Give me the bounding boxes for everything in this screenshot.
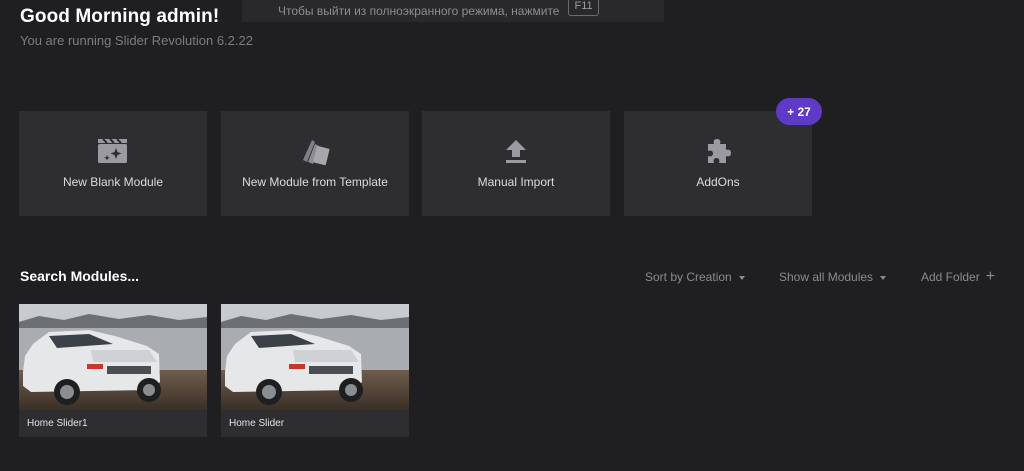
- addons-count-badge: + 27: [776, 98, 822, 125]
- module-card[interactable]: Home Slider: [221, 304, 409, 437]
- fullscreen-notice-text: Чтобы выйти из полноэкранного режима, на…: [278, 4, 560, 18]
- manual-import-button[interactable]: Manual Import: [422, 111, 610, 216]
- search-modules-input[interactable]: Search Modules...: [20, 268, 139, 284]
- f11-key-hint: F11: [568, 0, 599, 16]
- sort-dropdown[interactable]: Sort by Creation: [645, 270, 745, 284]
- module-card[interactable]: Home Slider1: [19, 304, 207, 437]
- addons-button[interactable]: AddOns: [624, 111, 812, 216]
- upload-icon: [422, 137, 610, 165]
- module-thumbnail: [221, 304, 409, 410]
- manual-import-label: Manual Import: [477, 175, 555, 189]
- plus-icon: +: [985, 268, 996, 285]
- greeting-title: Good Morning admin!: [20, 6, 220, 27]
- module-name: Home Slider1: [27, 418, 88, 429]
- module-name: Home Slider: [229, 418, 285, 429]
- sort-dropdown-label: Sort by Creation: [645, 270, 732, 284]
- version-text: You are running Slider Revolution 6.2.22: [20, 33, 253, 48]
- film-sparkle-icon: [19, 137, 207, 165]
- puzzle-icon: [624, 137, 812, 165]
- template-cards-icon: [221, 137, 409, 166]
- caret-down-icon: [738, 276, 745, 280]
- new-module-from-template-label: New Module from Template: [242, 175, 388, 189]
- caret-down-icon: [880, 276, 887, 280]
- filter-dropdown[interactable]: Show all Modules: [779, 270, 887, 284]
- add-folder-label: Add Folder: [921, 270, 980, 284]
- new-blank-module-label: New Blank Module: [62, 175, 164, 189]
- filter-dropdown-label: Show all Modules: [779, 270, 874, 284]
- fullscreen-notice: Чтобы выйти из полноэкранного режима, на…: [242, 0, 664, 22]
- module-thumbnail: [19, 304, 207, 410]
- new-blank-module-button[interactable]: New Blank Module: [19, 111, 207, 216]
- new-module-from-template-button[interactable]: New Module from Template: [221, 111, 409, 216]
- add-folder-button[interactable]: Add Folder +: [921, 268, 996, 285]
- addons-label: AddOns: [696, 175, 740, 189]
